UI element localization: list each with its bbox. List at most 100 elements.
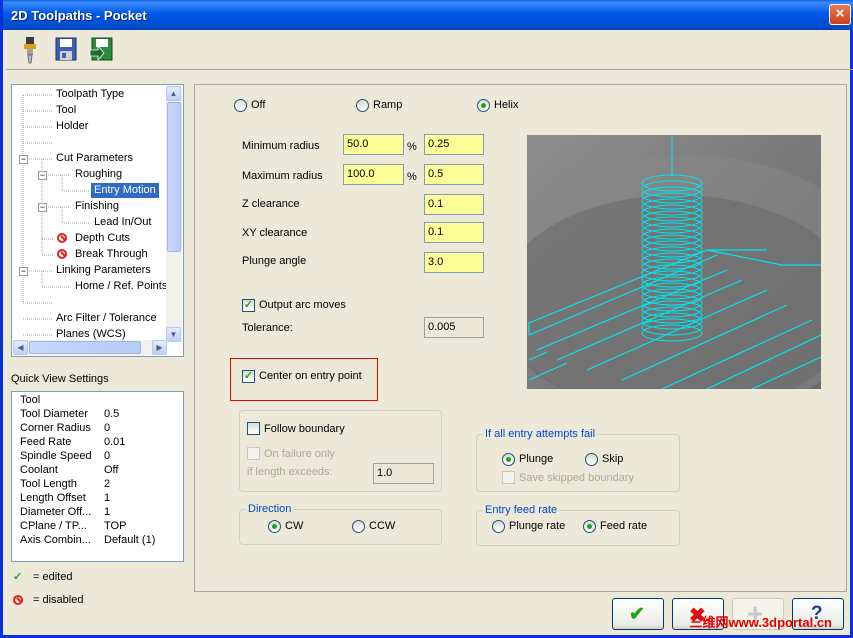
radio-plunge-rate[interactable]	[492, 520, 505, 533]
setting-key: Diameter Off...	[20, 506, 92, 518]
scroll-right-icon[interactable]: ▶	[152, 340, 167, 355]
radio-off[interactable]	[234, 99, 247, 112]
radio-cw[interactable]	[268, 520, 281, 533]
collapse-icon[interactable]: −	[38, 203, 47, 212]
collapse-icon[interactable]: −	[19, 155, 28, 164]
radio-plunge-label[interactable]: Plunge	[519, 453, 553, 465]
tree-item-cut-parameters[interactable]: Cut Parameters	[56, 151, 133, 166]
tree-item-lead-in-out[interactable]: Lead In/Out	[94, 215, 152, 230]
radio-ccw[interactable]	[352, 520, 365, 533]
min-radius-input[interactable]: 0.25	[424, 134, 484, 155]
tree-vertical-scrollbar[interactable]: ▲ ▼	[166, 86, 182, 342]
z-clearance-label: Z clearance	[242, 198, 300, 210]
tree-item-tool[interactable]: Tool	[56, 103, 76, 118]
follow-boundary-checkbox[interactable]	[247, 422, 260, 435]
radio-skip-label[interactable]: Skip	[602, 453, 623, 465]
tree-item-roughing[interactable]: Roughing	[75, 167, 122, 182]
scroll-up-icon[interactable]: ▲	[166, 86, 181, 101]
scroll-left-icon[interactable]: ◀	[13, 340, 28, 355]
tree-item-home-ref-points[interactable]: Home / Ref. Points	[75, 279, 167, 294]
z-clearance-input[interactable]: 0.1	[424, 194, 484, 215]
setting-value: 0.01	[104, 436, 126, 448]
entry-feed-rate-title: Entry feed rate	[483, 504, 560, 516]
list-item: Tool	[20, 393, 185, 407]
collapse-icon[interactable]: −	[38, 171, 47, 180]
percent-symbol: %	[407, 171, 417, 183]
setting-key: Tool Length	[20, 478, 77, 490]
tree-item-toolpath-type[interactable]: Toolpath Type	[56, 87, 124, 102]
disabled-icon	[57, 233, 67, 243]
toolbar	[6, 30, 853, 70]
scroll-thumb[interactable]	[29, 341, 141, 354]
min-radius-percent-input[interactable]: 50.0	[343, 134, 404, 155]
list-item: Spindle Speed 0	[20, 449, 185, 463]
setting-key: Axis Combin...	[20, 534, 91, 546]
tree-item-holder[interactable]: Holder	[56, 119, 88, 134]
tolerance-input[interactable]: 0.005	[424, 317, 484, 338]
plunge-angle-input[interactable]: 3.0	[424, 252, 484, 273]
tree-horizontal-scrollbar[interactable]: ◀ ▶	[13, 340, 167, 355]
direction-title: Direction	[246, 503, 294, 515]
legend-disabled-label: = disabled	[33, 594, 84, 606]
xy-clearance-label: XY clearance	[242, 227, 308, 239]
center-entry-label[interactable]: Center on entry point	[259, 370, 362, 382]
setting-key: CPlane / TP...	[20, 520, 87, 532]
tree-item-linking-parameters[interactable]: Linking Parameters	[56, 263, 151, 278]
radio-feed-rate[interactable]	[583, 520, 596, 533]
setting-key: Tool Diameter	[20, 408, 88, 420]
radio-off-label[interactable]: Off	[251, 99, 265, 111]
radio-helix[interactable]	[477, 99, 490, 112]
tree-item-break-through[interactable]: Break Through	[75, 247, 148, 262]
ok-button[interactable]: ✔	[612, 598, 664, 630]
radio-ramp-label[interactable]: Ramp	[373, 99, 402, 111]
output-arc-label[interactable]: Output arc moves	[259, 299, 346, 311]
radio-ccw-label[interactable]: CCW	[369, 520, 395, 532]
setting-key: Length Offset	[20, 492, 86, 504]
setting-key: Feed Rate	[20, 436, 72, 448]
setting-value: 1	[104, 506, 111, 518]
setting-value: Off	[104, 464, 119, 476]
tree-item-depth-cuts[interactable]: Depth Cuts	[75, 231, 130, 246]
setting-value: TOP	[104, 520, 127, 532]
radio-feed-rate-label[interactable]: Feed rate	[600, 520, 647, 532]
output-arc-checkbox[interactable]: ✓	[242, 299, 255, 312]
max-radius-input[interactable]: 0.5	[424, 164, 484, 185]
collapse-icon[interactable]: −	[19, 267, 28, 276]
setting-value: Default (1)	[104, 534, 156, 546]
radio-cw-label[interactable]: CW	[285, 520, 303, 532]
list-item: Corner Radius 0	[20, 421, 185, 435]
title-bar[interactable]: 2D Toolpaths - Pocket ×	[3, 0, 853, 30]
scroll-thumb[interactable]	[167, 102, 181, 252]
tree-item-finishing[interactable]: Finishing	[75, 199, 119, 214]
radio-helix-label[interactable]: Helix	[494, 99, 518, 111]
min-radius-label: Minimum radius	[242, 140, 320, 152]
follow-boundary-label[interactable]: Follow boundary	[264, 423, 345, 435]
on-failure-checkbox	[247, 447, 260, 460]
tree-item-arc-filter[interactable]: Arc Filter / Tolerance	[56, 311, 157, 326]
setting-key: Coolant	[20, 464, 58, 476]
save-icon[interactable]	[54, 36, 78, 62]
setting-value: 0.5	[104, 408, 120, 420]
radio-ramp[interactable]	[356, 99, 369, 112]
setting-value: 1	[104, 492, 111, 504]
save-as-icon[interactable]	[88, 36, 113, 62]
parameter-tree[interactable]: Toolpath Type Tool Holder − Cut Paramete…	[11, 84, 184, 357]
center-entry-checkbox[interactable]: ✓	[242, 370, 255, 383]
xy-clearance-input[interactable]: 0.1	[424, 222, 484, 243]
tree-item-entry-motion[interactable]: Entry Motion	[91, 183, 159, 198]
close-button[interactable]: ×	[829, 4, 851, 25]
max-radius-percent-input[interactable]: 100.0	[343, 164, 404, 185]
setting-value: 0	[104, 422, 111, 434]
list-item: Tool Diameter 0.5	[20, 407, 185, 421]
max-radius-label: Maximum radius	[242, 170, 323, 182]
length-exceeds-input[interactable]: 1.0	[373, 463, 434, 484]
radio-plunge[interactable]	[502, 453, 515, 466]
quick-view-settings: Tool Tool Diameter 0.5 Corner Radius 0 Fee…	[11, 391, 184, 562]
radio-skip[interactable]	[585, 453, 598, 466]
length-exceeds-label: if length exceeds:	[247, 466, 333, 478]
tolerance-label: Tolerance:	[242, 322, 293, 334]
scroll-down-icon[interactable]: ▼	[166, 327, 181, 342]
radio-plunge-rate-label[interactable]: Plunge rate	[509, 520, 565, 532]
setting-value: 2	[104, 478, 111, 490]
tool-holder-icon[interactable]	[18, 36, 42, 64]
